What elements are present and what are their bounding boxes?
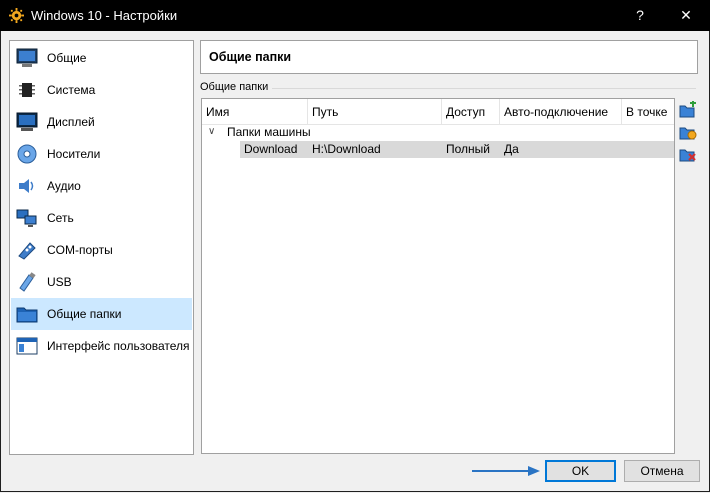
cell-name: Download bbox=[244, 142, 298, 156]
close-button[interactable]: ✕ bbox=[663, 0, 709, 31]
group-row-machine-folders[interactable]: ∨ Папки машины bbox=[202, 124, 674, 141]
sidebar-item-usb[interactable]: USB bbox=[11, 266, 192, 298]
column-header-name[interactable]: Имя bbox=[202, 99, 308, 124]
audio-speaker-icon bbox=[19, 179, 34, 193]
page-header: Общие папки bbox=[200, 40, 698, 74]
column-header-auto-mount[interactable]: Авто-подключение bbox=[500, 99, 622, 124]
sidebar-item-com-ports[interactable]: COM-порты bbox=[11, 234, 192, 266]
user-interface-icon bbox=[16, 337, 38, 355]
sidebar-item-system[interactable]: Система bbox=[11, 74, 192, 106]
sidebar-item-audio[interactable]: Аудио bbox=[11, 170, 192, 202]
sidebar-item-display[interactable]: Дисплей bbox=[11, 106, 192, 138]
shared-folder-icon bbox=[16, 307, 38, 323]
help-button[interactable]: ? bbox=[617, 0, 663, 31]
group-divider bbox=[272, 88, 696, 89]
cell-auto-mount: Да bbox=[504, 142, 519, 156]
column-header-path[interactable]: Путь bbox=[308, 99, 442, 124]
table-row[interactable]: Download H:\Download Полный Да bbox=[240, 141, 674, 158]
sidebar-item-shared-folders[interactable]: Общие папки bbox=[11, 298, 192, 330]
ok-button[interactable]: OK bbox=[545, 460, 616, 482]
settings-sidebar: Общие Система Дисплей Носители Аудио Сет… bbox=[9, 40, 194, 455]
virtualbox-settings-icon bbox=[9, 8, 24, 23]
arrow-annotation-icon bbox=[472, 466, 540, 476]
sidebar-item-storage[interactable]: Носители bbox=[11, 138, 192, 170]
system-chip-icon bbox=[19, 83, 35, 97]
chevron-down-icon[interactable]: ∨ bbox=[208, 126, 215, 137]
shared-folders-group-label: Общие папки bbox=[200, 81, 269, 93]
group-name: Папки машины bbox=[227, 125, 311, 139]
cell-access: Полный bbox=[446, 142, 490, 156]
storage-disc-icon bbox=[17, 144, 37, 164]
display-monitor-icon bbox=[16, 112, 38, 131]
general-icon bbox=[16, 48, 38, 67]
column-header-access[interactable]: Доступ bbox=[442, 99, 500, 124]
network-icon bbox=[16, 209, 37, 227]
remove-folder-icon[interactable] bbox=[679, 145, 697, 163]
page-title: Общие папки bbox=[209, 50, 292, 64]
add-folder-icon[interactable] bbox=[679, 101, 697, 119]
sidebar-item-network[interactable]: Сеть bbox=[11, 202, 192, 234]
column-header-mount-point[interactable]: В точке bbox=[622, 99, 674, 124]
shared-folders-table[interactable]: Имя Путь Доступ Авто-подключение В точке… bbox=[201, 98, 675, 454]
serial-port-icon bbox=[18, 242, 36, 260]
usb-icon bbox=[19, 272, 36, 292]
table-header: Имя Путь Доступ Авто-подключение В точке bbox=[202, 99, 674, 125]
cancel-button[interactable]: Отмена bbox=[624, 460, 700, 482]
edit-folder-icon[interactable] bbox=[679, 123, 697, 141]
window-title: Windows 10 - Настройки bbox=[31, 8, 178, 23]
sidebar-item-user-interface[interactable]: Интерфейс пользователя bbox=[11, 330, 192, 362]
cell-path: H:\Download bbox=[312, 142, 381, 156]
sidebar-item-general[interactable]: Общие bbox=[11, 42, 192, 74]
title-bar: Windows 10 - Настройки ? ✕ bbox=[0, 0, 710, 31]
